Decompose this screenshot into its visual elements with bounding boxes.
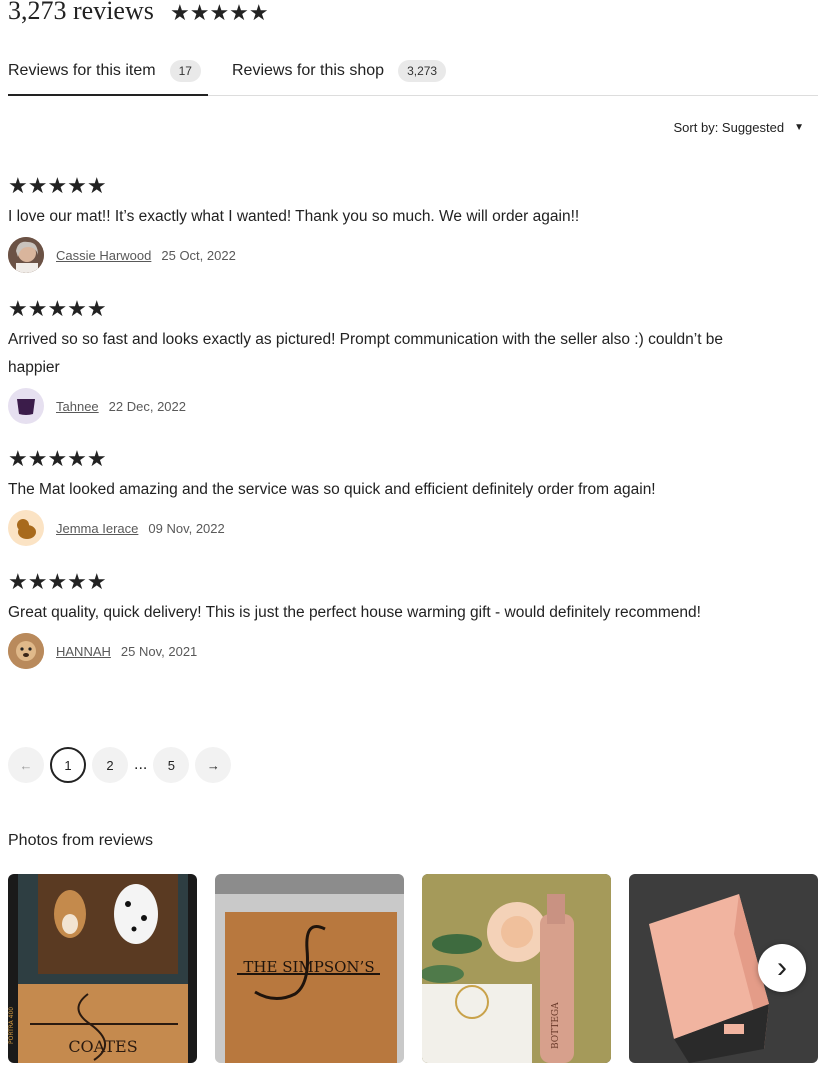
review-count-heading: 3,273 reviews (8, 0, 154, 25)
review-text: The Mat looked amazing and the service w… (8, 481, 656, 498)
page-button-1[interactable]: 1 (50, 747, 86, 783)
page-button-5[interactable]: 5 (153, 747, 190, 783)
avatar[interactable] (8, 237, 44, 273)
review-date: 25 Nov, 2021 (120, 643, 198, 659)
tab-label: Reviews for this item (8, 62, 156, 79)
caret-down-icon: ▼ (794, 122, 804, 133)
review-text: I love our mat!! It’s exactly what I wan… (8, 208, 580, 225)
avatar[interactable] (8, 633, 44, 669)
film-edge-text: PORTRA 400 (8, 1007, 15, 1044)
avatar[interactable] (8, 388, 44, 424)
reviewer-name-link[interactable]: Tahnee (56, 399, 99, 414)
tab-reviews-item[interactable]: Reviews for this item 17 (8, 60, 201, 82)
review-date: 25 Oct, 2022 (161, 247, 236, 263)
review-date: 09 Nov, 2022 (148, 520, 225, 536)
chevron-right-icon: › (777, 951, 787, 984)
mat-text: THE SIMPSON’S (243, 958, 374, 976)
tab-count-badge: 3,273 (398, 60, 447, 82)
review-item: ★★★★★ The Mat looked amazing and the ser… (8, 448, 808, 546)
review-photo[interactable]: BOTTEGA (422, 874, 611, 1063)
review-stars: ★★★★★ (8, 446, 107, 471)
reviewer-name-link[interactable]: Jemma Ierace (56, 521, 138, 536)
review-stars: ★★★★★ (8, 569, 107, 594)
avatar[interactable] (8, 510, 44, 546)
review-photo[interactable]: THE SIMPSON’S (215, 874, 404, 1063)
bottle-text: BOTTEGA (551, 1002, 561, 1049)
photos-next-button[interactable]: › (758, 944, 806, 992)
review-stars: ★★★★★ (8, 173, 107, 198)
previous-page-button[interactable]: ← (8, 747, 44, 783)
review-item: ★★★★★ Great quality, quick delivery! Thi… (8, 571, 808, 669)
review-stars: ★★★★★ (8, 296, 107, 321)
tab-count-badge: 17 (169, 60, 201, 82)
photos-heading: Photos from reviews (8, 832, 153, 849)
reviewer-name-link[interactable]: Cassie Harwood (56, 248, 151, 263)
sort-dropdown[interactable]: Sort by: Suggested ▼ (674, 120, 804, 135)
page-button-2[interactable]: 2 (92, 747, 128, 783)
review-text: Great quality, quick delivery! This is j… (8, 604, 701, 621)
review-date: 22 Dec, 2022 (108, 398, 186, 414)
tab-label: Reviews for this shop (232, 62, 385, 79)
mat-text: COATES (68, 1037, 137, 1056)
sort-label: Sort by: Suggested (673, 120, 785, 135)
review-item: ★★★★★ Arrived so so fast and looks exact… (8, 298, 808, 424)
tab-reviews-shop[interactable]: Reviews for this shop 3,273 (232, 60, 447, 82)
review-item: ★★★★★ I love our mat!! It’s exactly what… (8, 175, 808, 273)
review-text: Arrived so so fast and looks exactly as … (8, 331, 724, 376)
active-tab-indicator (8, 94, 208, 96)
next-page-button[interactable]: → (195, 747, 232, 783)
pagination-ellipsis: ... (134, 756, 148, 773)
reviewer-name-link[interactable]: HANNAH (56, 644, 111, 659)
overall-rating-stars: ★★★★★ (170, 0, 269, 25)
review-photo[interactable]: COATES PORTRA 400 (8, 874, 197, 1063)
pagination: ← 1 2 ... 5 → (8, 747, 237, 783)
